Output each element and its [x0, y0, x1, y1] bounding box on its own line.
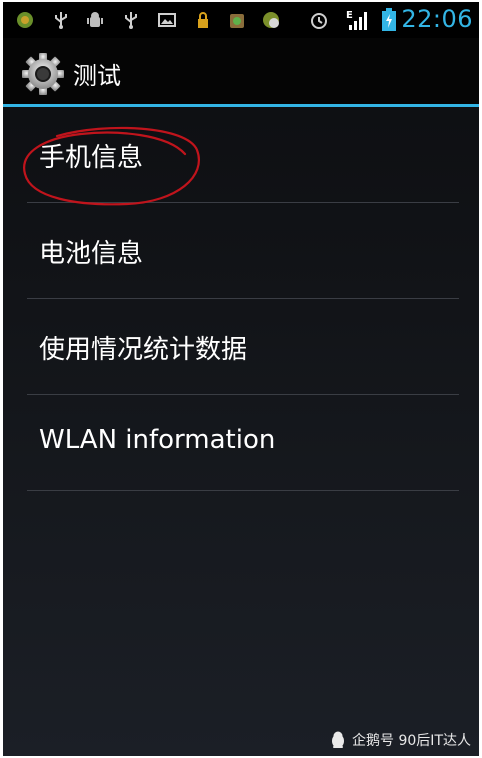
- battery-charging-icon: [381, 8, 397, 31]
- watermark-text: 企鹅号 90后IT达人: [352, 733, 471, 749]
- list-divider: [27, 490, 459, 491]
- usb-icon: [51, 10, 71, 30]
- image-icon: [157, 10, 177, 30]
- list-item-label: 使用情况统计数据: [39, 335, 248, 365]
- list-item-label: 电池信息: [39, 239, 144, 269]
- list-item-wlan-info[interactable]: WLAN information: [3, 395, 479, 491]
- network-type-label: E: [346, 10, 353, 21]
- page-title: 测试: [73, 62, 121, 90]
- app-notification-icon: [261, 10, 281, 30]
- store-icon: [227, 10, 247, 30]
- action-bar: 测试: [3, 38, 479, 104]
- signal-icon: E: [345, 10, 373, 30]
- alarm-icon: [309, 10, 329, 30]
- app-notification-icon: [15, 10, 35, 30]
- status-clock: 22:06: [401, 5, 473, 33]
- settings-gear-icon[interactable]: [21, 52, 65, 96]
- penguin-icon: [332, 731, 345, 748]
- phone-screen: E 22:06 测试 手机信息 电池信息 使用情况统计数据 WLAN infor…: [3, 2, 479, 756]
- settings-list: 手机信息 电池信息 使用情况统计数据 WLAN information: [3, 107, 479, 491]
- lock-icon: [193, 10, 213, 30]
- status-bar: E 22:06: [3, 2, 479, 38]
- usb-icon: [121, 10, 141, 30]
- android-debug-icon: [85, 10, 105, 30]
- list-item-label: 手机信息: [39, 143, 144, 173]
- list-item-phone-info[interactable]: 手机信息: [3, 107, 479, 203]
- list-item-battery-info[interactable]: 电池信息: [3, 203, 479, 299]
- list-item-label: WLAN information: [39, 425, 276, 455]
- list-item-usage-stats[interactable]: 使用情况统计数据: [3, 299, 479, 395]
- watermark: 企鹅号 90后IT达人: [330, 730, 471, 750]
